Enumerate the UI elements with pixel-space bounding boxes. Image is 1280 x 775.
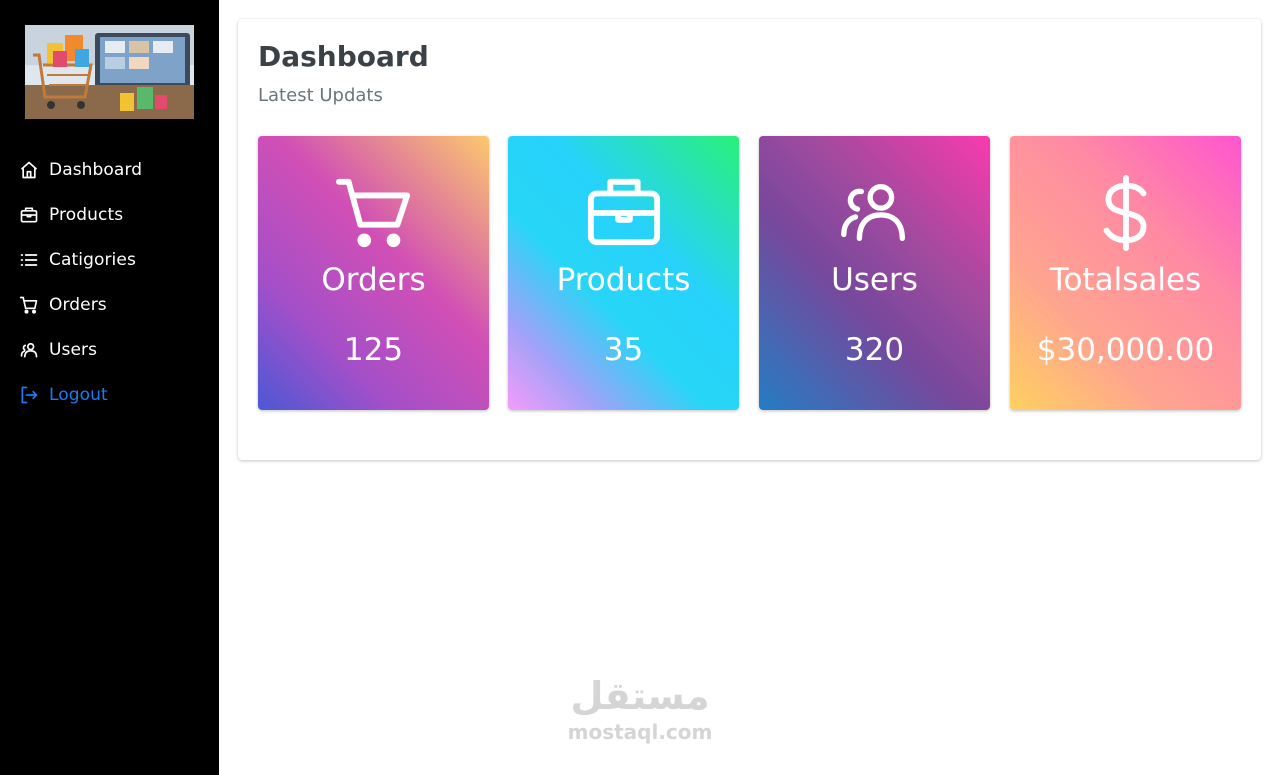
stat-card-label: Totalsales [1049,262,1202,298]
cart-icon [18,294,40,316]
sidebar-item-label: Catigories [49,249,136,270]
stat-card-value: 320 [844,332,905,368]
stat-card-value: 125 [343,332,404,368]
stat-card-label: Users [831,262,918,298]
dashboard-panel: Dashboard Latest Updats Orders 125 Produ… [238,19,1261,460]
dollar-icon [1010,174,1241,252]
stat-card-users[interactable]: Users 320 [759,136,990,410]
briefcase-icon [18,204,40,226]
cart-icon [258,174,489,250]
stat-card-label: Orders [321,262,426,298]
sidebar-item-label: Users [49,339,98,360]
sidebar-item-categories[interactable]: Catigories [0,237,219,282]
logout-icon [18,384,40,406]
sidebar-item-label: Dashboard [49,159,143,180]
sidebar-item-label: Logout [49,384,108,405]
watermark-arabic: مستقل [570,674,710,718]
sidebar-item-orders[interactable]: Orders [0,282,219,327]
briefcase-icon [508,174,739,250]
stat-card-value: 35 [603,332,644,368]
watermark-domain: mostaql.com [567,720,713,744]
stat-card-label: Products [556,262,691,298]
logo-image[interactable] [25,25,194,119]
sidebar-item-dashboard[interactable]: Dashboard [0,147,219,192]
sidebar-item-label: Products [49,204,124,225]
users-icon [18,339,40,361]
stat-card-value: $30,000.00 [1036,332,1215,368]
home-icon [18,159,40,181]
sidebar-item-products[interactable]: Products [0,192,219,237]
stat-card-totalsales[interactable]: Totalsales $30,000.00 [1010,136,1241,410]
sidebar-item-label: Orders [49,294,107,315]
stat-card-products[interactable]: Products 35 [508,136,739,410]
sidebar: Dashboard Products Catigories Orders Use… [0,0,219,775]
watermark: مستقل mostaql.com [555,672,725,744]
page-title: Dashboard [258,40,429,73]
list-icon [18,249,40,271]
sidebar-item-logout[interactable]: Logout [0,372,219,417]
stat-card-orders[interactable]: Orders 125 [258,136,489,410]
users-icon [759,174,990,250]
page-subtitle: Latest Updats [258,85,383,106]
sidebar-item-users[interactable]: Users [0,327,219,372]
sidebar-nav: Dashboard Products Catigories Orders Use… [0,147,219,417]
